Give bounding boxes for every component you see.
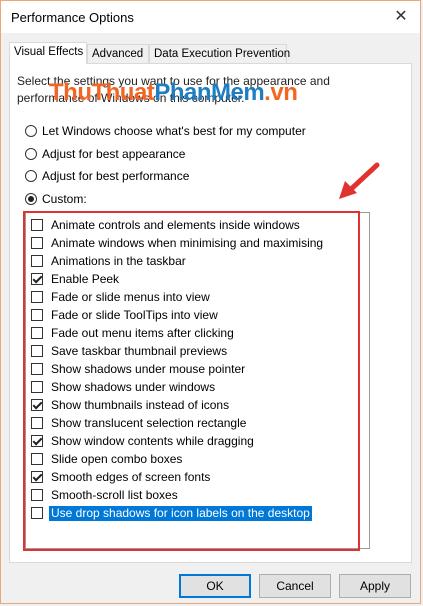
effect-checkbox[interactable] (31, 237, 43, 249)
effect-label: Show translucent selection rectangle (51, 415, 247, 430)
performance-options-window: Performance Options ✕ Visual Effects Adv… (0, 0, 421, 604)
radio-label: Custom: (42, 192, 87, 206)
effect-item[interactable]: Show shadows under windows (31, 378, 217, 396)
effect-item[interactable]: Animations in the taskbar (31, 252, 188, 270)
effect-item[interactable]: Smooth-scroll list boxes (31, 486, 180, 504)
radio-label: Adjust for best performance (42, 169, 190, 183)
effect-item[interactable]: Fade out menu items after clicking (31, 324, 236, 342)
effect-item[interactable]: Use drop shadows for icon labels on the … (31, 504, 312, 522)
effect-label: Slide open combo boxes (51, 451, 183, 466)
effect-item[interactable]: Save taskbar thumbnail previews (31, 342, 229, 360)
radio-best-performance[interactable]: Adjust for best performance (25, 167, 189, 185)
radio-label: Adjust for best appearance (42, 147, 186, 161)
effect-checkbox[interactable] (31, 453, 43, 465)
close-icon[interactable]: ✕ (388, 4, 414, 30)
radio-button[interactable] (25, 148, 37, 160)
radio-button[interactable] (25, 193, 37, 205)
effect-label: Show window contents while dragging (51, 433, 254, 448)
effect-label: Show thumbnails instead of icons (51, 397, 230, 412)
effect-label: Save taskbar thumbnail previews (51, 343, 228, 358)
effect-item[interactable]: Show thumbnails instead of icons (31, 396, 231, 414)
apply-button[interactable]: Apply (339, 574, 411, 598)
effect-label: Use drop shadows for icon labels on the … (49, 505, 312, 521)
radio-let-windows-choose[interactable]: Let Windows choose what's best for my co… (25, 122, 306, 140)
effect-checkbox[interactable] (31, 345, 43, 357)
effect-label: Fade out menu items after clicking (51, 325, 234, 340)
radio-custom[interactable]: Custom: (25, 190, 87, 208)
effect-item[interactable]: Slide open combo boxes (31, 450, 184, 468)
effect-label: Fade or slide menus into view (51, 289, 210, 304)
effect-checkbox[interactable] (31, 471, 43, 483)
effect-checkbox[interactable] (31, 363, 43, 375)
effect-label: Fade or slide ToolTips into view (51, 307, 218, 322)
effect-checkbox[interactable] (31, 507, 43, 519)
tab-visual-effects[interactable]: Visual Effects (9, 42, 87, 64)
cancel-button[interactable]: Cancel (259, 574, 331, 598)
effect-label: Animations in the taskbar (51, 253, 186, 268)
effect-label: Enable Peek (51, 271, 120, 286)
radio-button[interactable] (25, 125, 37, 137)
effect-checkbox[interactable] (31, 381, 43, 393)
watermark-logo: ThuThuatPhanMem.vn (49, 79, 298, 107)
effect-checkbox[interactable] (31, 435, 43, 447)
effect-item[interactable]: Fade or slide ToolTips into view (31, 306, 220, 324)
title-bar: Performance Options ✕ (1, 1, 420, 33)
effect-label: Show shadows under mouse pointer (51, 361, 246, 376)
effect-checkbox[interactable] (31, 273, 43, 285)
tab-advanced[interactable]: Advanced (87, 44, 149, 63)
effect-checkbox[interactable] (31, 399, 43, 411)
watermark-part-2: PhanMem (154, 79, 265, 106)
radio-best-appearance[interactable]: Adjust for best appearance (25, 145, 185, 163)
watermark-part-1: ThuThuat (49, 79, 155, 106)
effect-label: Show shadows under windows (51, 379, 216, 394)
effect-checkbox[interactable] (31, 417, 43, 429)
radio-button[interactable] (25, 170, 37, 182)
effect-checkbox[interactable] (31, 327, 43, 339)
effect-item[interactable]: Smooth edges of screen fonts (31, 468, 212, 486)
effect-checkbox[interactable] (31, 255, 43, 267)
effect-item[interactable]: Animate controls and elements inside win… (31, 216, 302, 234)
effect-item[interactable]: Animate windows when minimising and maxi… (31, 234, 325, 252)
radio-label: Let Windows choose what's best for my co… (42, 124, 306, 138)
effect-item[interactable]: Fade or slide menus into view (31, 288, 212, 306)
effect-label: Smooth edges of screen fonts (51, 469, 211, 484)
effect-item[interactable]: Enable Peek (31, 270, 121, 288)
effect-label: Smooth-scroll list boxes (51, 487, 178, 502)
effect-checkbox[interactable] (31, 291, 43, 303)
window-title: Performance Options (11, 10, 134, 25)
effect-item[interactable]: Show translucent selection rectangle (31, 414, 248, 432)
effect-item[interactable]: Show shadows under mouse pointer (31, 360, 247, 378)
ok-button[interactable]: OK (179, 574, 251, 598)
effect-checkbox[interactable] (31, 309, 43, 321)
effect-label: Animate controls and elements inside win… (51, 217, 300, 232)
effect-checkbox[interactable] (31, 489, 43, 501)
effect-label: Animate windows when minimising and maxi… (51, 235, 324, 250)
effect-item[interactable]: Show window contents while dragging (31, 432, 256, 450)
annotation-arrow-icon (339, 162, 380, 199)
effect-checkbox[interactable] (31, 219, 43, 231)
tab-data-execution-prevention[interactable]: Data Execution Prevention (149, 44, 290, 63)
watermark-part-3: .vn (264, 79, 298, 106)
